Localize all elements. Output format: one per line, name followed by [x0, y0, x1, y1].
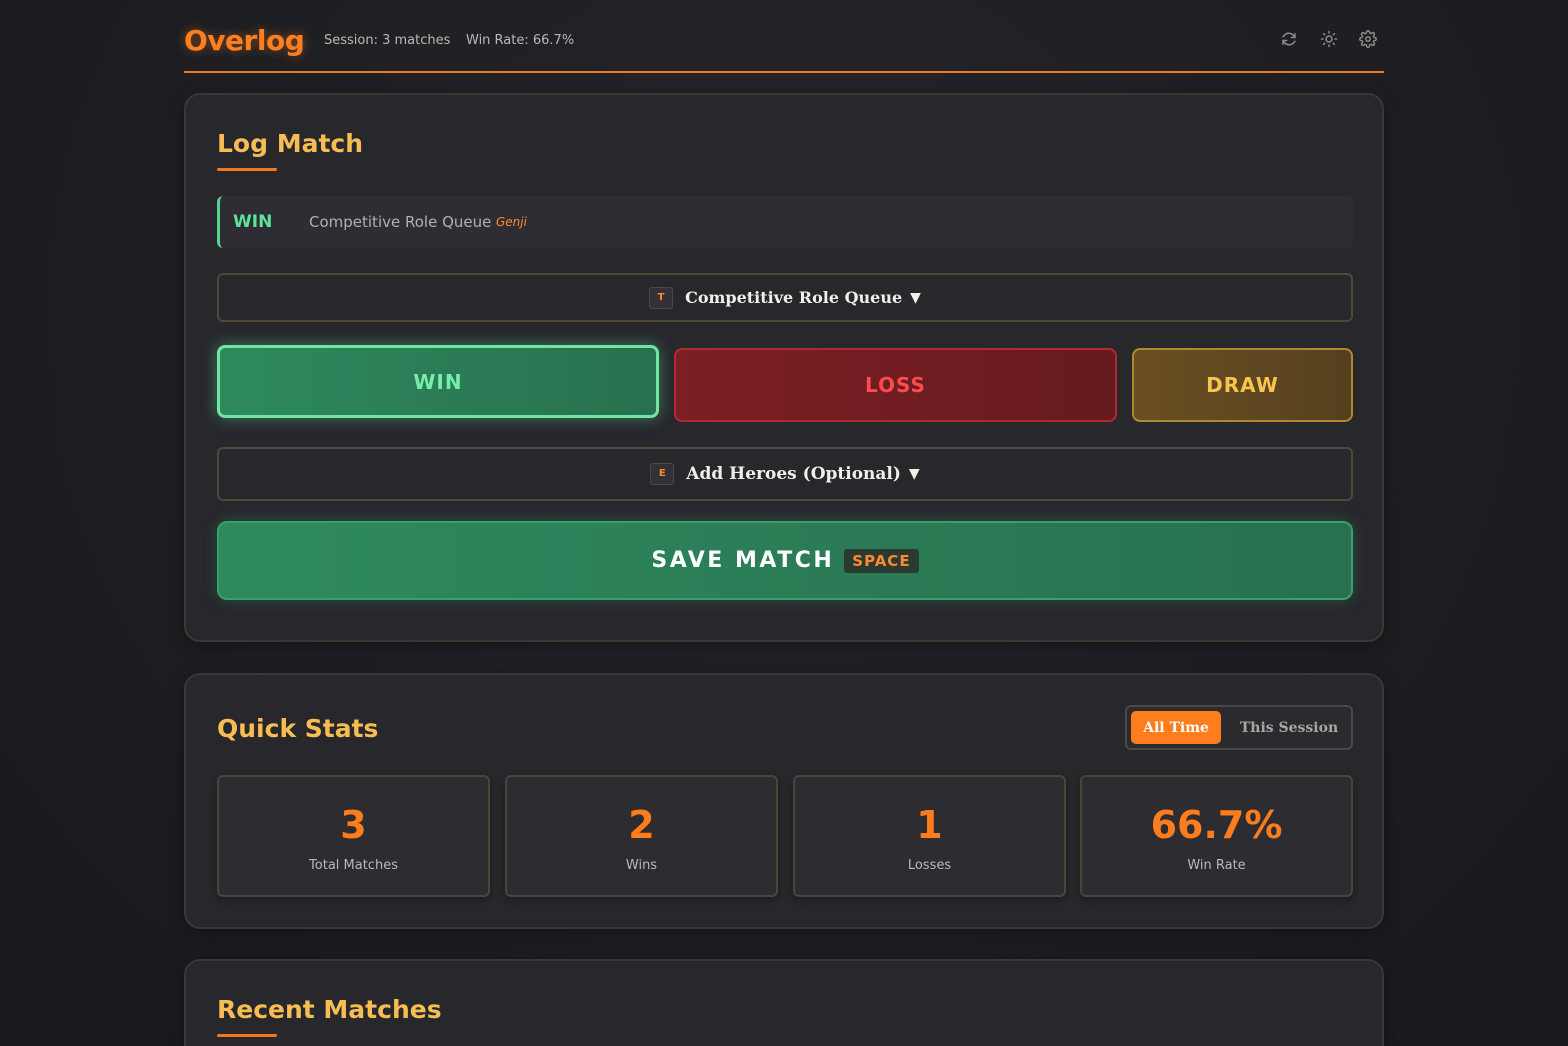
quick-stats-card: Quick Stats All Time This Session 3 Tota…	[184, 673, 1384, 929]
stat-wins: 2 Wins	[505, 775, 778, 897]
mode-selector-label: Competitive Role Queue	[685, 288, 903, 307]
log-match-title: Log Match	[217, 129, 364, 158]
recent-matches-title: Recent Matches	[217, 995, 442, 1024]
all-time-tab[interactable]: All Time	[1131, 711, 1221, 744]
title-underline	[217, 1034, 277, 1037]
stat-label: Win Rate	[1187, 858, 1246, 873]
log-match-card: Log Match WIN Competitive Role Queue Gen…	[184, 93, 1384, 642]
stat-label: Wins	[625, 858, 658, 873]
mode-shortcut-key: T	[649, 286, 674, 309]
last-match-result: WIN	[233, 212, 273, 232]
save-match-label: SAVE MATCH	[651, 548, 835, 573]
session-count: Session: 3 matches	[324, 33, 451, 48]
stat-label: Losses	[907, 858, 952, 873]
stat-value: 1	[916, 803, 943, 847]
stat-value: 2	[628, 803, 655, 847]
stat-losses: 1 Losses	[793, 775, 1066, 897]
quick-stats-title: Quick Stats	[217, 714, 379, 743]
last-match-entry: WIN Competitive Role Queue Genji	[217, 196, 1353, 248]
gear-icon[interactable]	[1359, 30, 1379, 50]
refresh-icon[interactable]	[1280, 30, 1300, 50]
chevron-down-icon: ▼	[910, 289, 921, 306]
draw-button[interactable]: DRAW	[1132, 348, 1353, 422]
heroes-shortcut-key: E	[650, 463, 675, 485]
recent-matches-card: Recent Matches	[184, 959, 1384, 1046]
stats-range-toggle: All Time This Session	[1125, 705, 1353, 750]
chevron-down-icon: ▼	[908, 466, 920, 482]
save-shortcut-key: SPACE	[844, 548, 919, 573]
win-button[interactable]: WIN	[217, 345, 659, 418]
last-match-hero: Genji	[496, 215, 527, 229]
header: Overlog Session: 3 matches Win Rate: 66.…	[184, 0, 1384, 73]
heroes-selector-label: Add Heroes (Optional)	[686, 464, 901, 484]
stat-value: 66.7%	[1150, 803, 1283, 847]
app: Overlog Session: 3 matches Win Rate: 66.…	[184, 0, 1384, 1046]
app-logo: Overlog	[184, 24, 305, 57]
this-session-tab[interactable]: This Session	[1231, 711, 1347, 744]
last-match-mode: Competitive Role Queue	[309, 213, 492, 231]
header-win-rate: Win Rate: 66.7%	[466, 33, 575, 48]
stat-value: 3	[340, 803, 367, 847]
stat-win-rate: 66.7% Win Rate	[1080, 775, 1353, 897]
mode-selector[interactable]: T Competitive Role Queue ▼	[217, 273, 1353, 322]
loss-button[interactable]: LOSS	[674, 348, 1117, 422]
title-underline	[217, 168, 277, 171]
sun-icon[interactable]	[1320, 30, 1340, 50]
save-match-button[interactable]: SAVE MATCH SPACE	[217, 521, 1353, 600]
stat-label: Total Matches	[309, 858, 398, 873]
heroes-selector[interactable]: E Add Heroes (Optional) ▼	[217, 447, 1353, 501]
stat-total-matches: 3 Total Matches	[217, 775, 490, 897]
